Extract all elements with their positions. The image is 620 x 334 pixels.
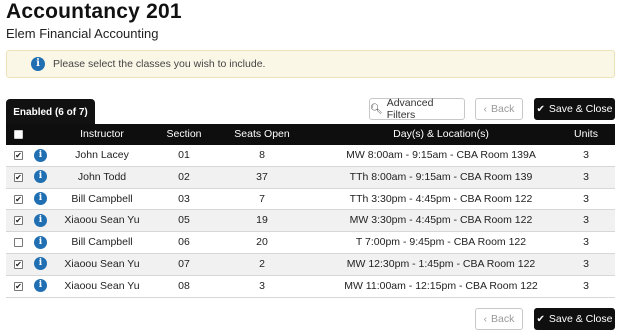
- table-row: i Bill Campbell 06 20 T 7:00pm - 9:45pm …: [6, 232, 615, 254]
- back-button-bottom[interactable]: ‹ Back: [475, 308, 523, 330]
- units-cell: 3: [583, 279, 589, 292]
- days-location-cell: MW 12:30pm - 1:45pm - CBA Room 122: [346, 257, 536, 270]
- advanced-filters-button[interactable]: 🔍︎ Advanced Filters: [369, 97, 465, 121]
- days-location-cell: TTh 8:00am - 9:15am - CBA Room 139: [349, 170, 533, 183]
- class-table-body: ✔ i John Lacey 01 8 MW 8:00am - 9:15am -…: [6, 145, 615, 298]
- units-cell: 3: [583, 192, 589, 205]
- units-cell: 3: [583, 170, 589, 183]
- table-row: ✔ i John Todd 02 37 TTh 8:00am - 9:15am …: [6, 166, 615, 189]
- section-cell: 01: [178, 149, 190, 161]
- search-icon: 🔍︎: [370, 103, 383, 115]
- table-row: ✔ i Xiaoou Sean Yu 05 19 MW 3:30pm - 4:4…: [6, 210, 615, 233]
- section-cell: 05: [178, 214, 190, 227]
- column-days-locations[interactable]: Day(s) & Location(s): [326, 124, 556, 145]
- seats-cell: 20: [256, 236, 268, 249]
- instructor-cell: Bill Campbell: [71, 236, 133, 249]
- column-units[interactable]: Units: [566, 124, 606, 145]
- table-row: ✔ i Xiaoou Sean Yu 07 2 MW 12:30pm - 1:4…: [6, 253, 615, 276]
- days-location-cell: TTh 3:30pm - 4:45pm - CBA Room 122: [349, 192, 533, 205]
- row-checkbox[interactable]: ✔: [14, 194, 23, 204]
- units-cell: 3: [583, 214, 589, 227]
- notice-banner: i Please select the classes you wish to …: [6, 50, 615, 78]
- row-checkbox[interactable]: ✔: [14, 151, 23, 160]
- notice-text: Please select the classes you wish to in…: [53, 58, 266, 70]
- page-title: Accountancy 201: [6, 0, 182, 23]
- instructor-cell: Xiaoou Sean Yu: [64, 214, 140, 227]
- seats-cell: 3: [259, 279, 265, 292]
- column-section[interactable]: Section: [156, 124, 212, 145]
- units-cell: 3: [583, 236, 589, 249]
- select-all-checkbox[interactable]: [14, 130, 23, 139]
- seats-cell: 19: [256, 214, 268, 227]
- column-instructor[interactable]: Instructor: [56, 124, 148, 145]
- info-icon[interactable]: i: [34, 148, 47, 162]
- section-cell: 06: [178, 236, 190, 249]
- row-checkbox[interactable]: ✔: [14, 172, 23, 182]
- page-subtitle: Elem Financial Accounting: [6, 26, 159, 41]
- seats-cell: 7: [259, 192, 265, 205]
- save-close-button-top[interactable]: ✔ Save & Close: [534, 98, 615, 120]
- save-close-button-bottom[interactable]: ✔ Save & Close: [534, 308, 615, 330]
- table-row: ✔ i Bill Campbell 03 7 TTh 3:30pm - 4:45…: [6, 189, 615, 211]
- instructor-cell: Xiaoou Sean Yu: [64, 257, 140, 270]
- save-close-label: Save & Close: [548, 103, 613, 115]
- table-row: ✔ i Xiaoou Sean Yu 08 3 MW 11:00am - 12:…: [6, 276, 615, 298]
- days-location-cell: MW 3:30pm - 4:45pm - CBA Room 122: [349, 214, 533, 227]
- row-checkbox[interactable]: ✔: [14, 281, 23, 291]
- section-cell: 02: [178, 170, 190, 183]
- units-cell: 3: [583, 257, 589, 270]
- row-checkbox[interactable]: ✔: [14, 216, 23, 226]
- section-cell: 07: [178, 257, 190, 270]
- table-row: ✔ i John Lacey 01 8 MW 8:00am - 9:15am -…: [6, 145, 615, 167]
- table-header: Instructor Section Seats Open Day(s) & L…: [6, 124, 615, 145]
- check-icon: ✔: [536, 313, 545, 325]
- instructor-cell: Bill Campbell: [71, 192, 133, 205]
- back-label: Back: [491, 313, 515, 325]
- check-icon: ✔: [536, 103, 545, 115]
- info-icon[interactable]: i: [34, 235, 47, 249]
- seats-cell: 37: [256, 170, 268, 183]
- back-button-top[interactable]: ‹ Back: [475, 98, 523, 120]
- units-cell: 3: [583, 149, 589, 161]
- instructor-cell: Xiaoou Sean Yu: [64, 279, 140, 292]
- seats-cell: 2: [259, 257, 265, 270]
- info-icon: i: [31, 57, 45, 71]
- column-seats-open[interactable]: Seats Open: [222, 124, 302, 145]
- instructor-cell: John Lacey: [75, 149, 129, 161]
- seats-cell: 8: [259, 149, 265, 161]
- days-location-cell: MW 11:00am - 12:15pm - CBA Room 122: [344, 279, 538, 292]
- instructor-cell: John Todd: [77, 170, 127, 183]
- chevron-left-icon: ‹: [483, 313, 487, 325]
- info-icon[interactable]: i: [34, 257, 47, 271]
- section-cell: 08: [178, 279, 190, 292]
- row-checkbox[interactable]: [14, 238, 23, 248]
- chevron-left-icon: ‹: [483, 103, 487, 115]
- save-close-label: Save & Close: [548, 313, 613, 325]
- info-icon[interactable]: i: [34, 279, 47, 293]
- info-icon[interactable]: i: [34, 213, 47, 227]
- back-label: Back: [491, 103, 515, 115]
- tab-enabled[interactable]: Enabled (6 of 7): [6, 99, 95, 125]
- row-checkbox[interactable]: ✔: [14, 259, 23, 269]
- section-cell: 03: [178, 192, 190, 205]
- days-location-cell: MW 8:00am - 9:15am - CBA Room 139A: [346, 149, 536, 161]
- info-icon[interactable]: i: [34, 170, 47, 184]
- info-icon[interactable]: i: [34, 192, 47, 206]
- days-location-cell: T 7:00pm - 9:45pm - CBA Room 122: [355, 236, 527, 249]
- advanced-filters-label: Advanced Filters: [386, 97, 434, 121]
